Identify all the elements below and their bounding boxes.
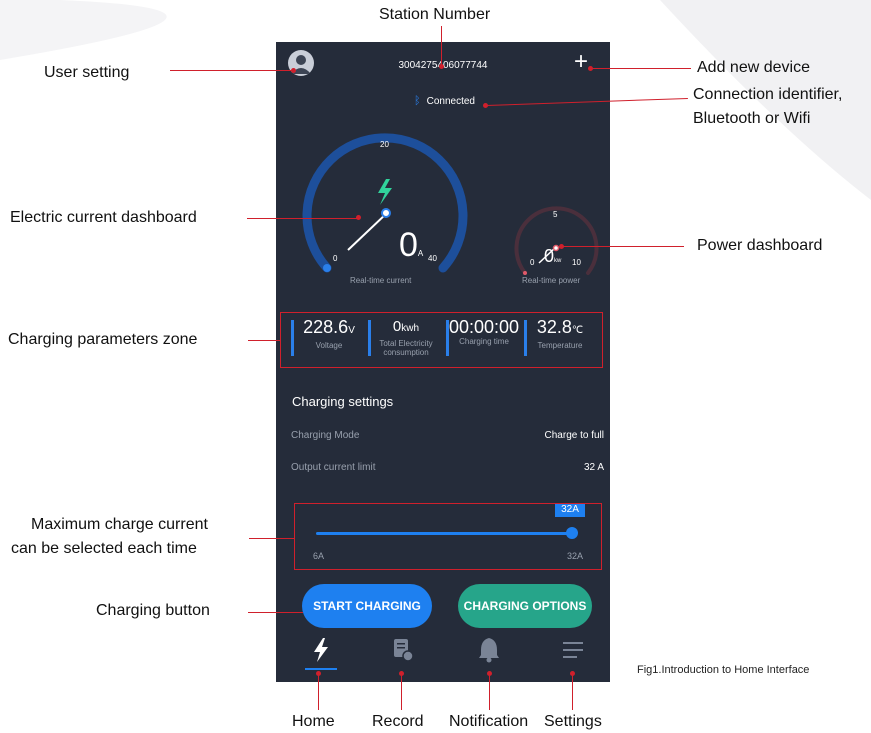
annotation-line	[249, 538, 294, 539]
start-charging-button[interactable]: START CHARGING	[302, 584, 432, 628]
charging-mode-row[interactable]: Charging Mode Charge to full	[276, 426, 610, 446]
annotation-line	[247, 218, 358, 219]
annotation-power-dashboard: Power dashboard	[697, 237, 823, 254]
charging-mode-label: Charging Mode	[291, 430, 360, 441]
current-value-number: 0	[399, 226, 418, 264]
annotation-current-dashboard: Electric current dashboard	[10, 209, 197, 226]
annotation-settings: Settings	[544, 713, 602, 730]
params-highlight-box	[280, 312, 603, 368]
annotation-charging-button: Charging button	[96, 602, 210, 619]
annotation-record: Record	[372, 713, 424, 730]
annotation-dot	[356, 215, 361, 220]
settings-title: Charging settings	[292, 394, 394, 409]
annotation-line	[441, 26, 442, 66]
tab-record[interactable]	[384, 632, 424, 672]
current-gauge-pivot	[381, 208, 391, 218]
figure-caption: Fig1.Introduction to Home Interface	[637, 664, 810, 676]
annotation-dot	[439, 64, 444, 69]
power-gauge-label: Real-time power	[522, 276, 581, 285]
menu-icon	[563, 642, 583, 658]
current-gauge	[302, 133, 468, 273]
current-gauge-min: 0	[333, 254, 338, 263]
charging-options-button[interactable]: CHARGING OPTIONS	[458, 584, 592, 628]
current-value: 0A	[399, 228, 423, 271]
connection-indicator: ᛒ Connected	[414, 95, 475, 107]
current-gauge-max: 40	[428, 254, 437, 263]
annotation-line	[489, 674, 490, 710]
current-gauge-start-dot	[323, 264, 331, 272]
current-limit-label: Output current limit	[291, 462, 376, 473]
annotation-add-device: Add new device	[697, 59, 810, 76]
annotation-connection-line1: Connection identifier,	[693, 86, 843, 103]
annotation-dot	[291, 68, 296, 73]
annotation-line	[248, 340, 280, 341]
charging-mode-value: Charge to full	[544, 430, 604, 441]
current-value-unit: A	[417, 249, 424, 258]
annotation-line	[591, 68, 691, 69]
lightning-icon	[305, 638, 337, 670]
lightning-icon	[378, 179, 392, 205]
annotation-charging-params: Charging parameters zone	[8, 331, 198, 348]
power-gauge-mid: 5	[553, 210, 558, 219]
power-value-unit: kw	[554, 258, 562, 264]
bell-icon	[479, 638, 499, 663]
current-limit-value: 32 A	[583, 462, 604, 473]
annotation-line	[401, 674, 402, 710]
annotation-line	[562, 246, 684, 247]
annotation-home: Home	[292, 713, 335, 730]
power-value: 0kw	[544, 247, 561, 270]
annotation-dot	[559, 244, 564, 249]
annotation-line	[318, 674, 319, 710]
tab-home[interactable]	[301, 632, 341, 672]
annotation-line	[170, 70, 293, 71]
bluetooth-icon: ᛒ	[414, 95, 421, 107]
current-gauge-label: Real-time current	[350, 276, 412, 285]
annotation-line	[572, 674, 573, 710]
current-limit-row[interactable]: Output current limit 32 A	[276, 458, 610, 478]
annotation-station-number: Station Number	[379, 6, 491, 23]
power-gauge-min: 0	[530, 258, 535, 267]
annotation-max-current-line1: Maximum charge current	[31, 516, 208, 533]
power-value-number: 0	[544, 246, 555, 266]
record-icon	[394, 639, 414, 662]
plus-icon: +	[573, 48, 588, 75]
annotation-max-current-line2: can be selected each time	[11, 540, 197, 557]
annotation-line	[248, 612, 303, 613]
power-gauge-start-dot	[523, 271, 527, 275]
current-gauge-mid: 20	[380, 140, 389, 149]
annotation-connection-line2: Bluetooth or Wifi	[693, 110, 811, 127]
annotation-dot	[483, 103, 488, 108]
current-gauge-arc	[302, 133, 468, 273]
slider-highlight-box	[294, 503, 602, 570]
connection-status: Connected	[426, 96, 475, 107]
annotation-user-setting: User setting	[44, 64, 130, 81]
annotation-notification: Notification	[449, 713, 529, 730]
tab-notification[interactable]	[469, 632, 509, 672]
tab-settings[interactable]	[553, 632, 593, 672]
annotation-dot	[588, 66, 593, 71]
power-gauge-max: 10	[572, 258, 581, 267]
